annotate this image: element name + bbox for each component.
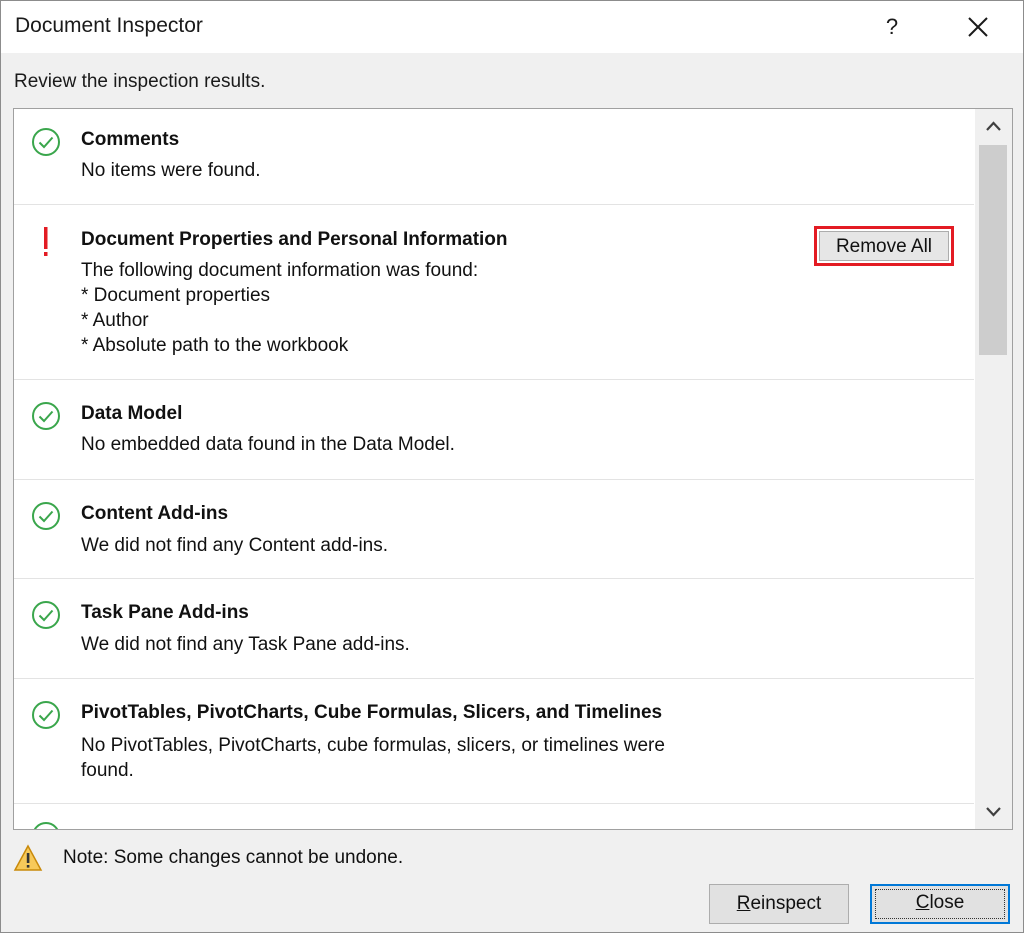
- exclamation-icon: [44, 227, 48, 256]
- scroll-up-button[interactable]: [975, 109, 1012, 143]
- result-item-data-model: Data Model No embedded data found in the…: [14, 380, 974, 480]
- reinspect-button[interactable]: Reinspect: [709, 884, 849, 924]
- result-description: No items were found.: [81, 160, 261, 181]
- result-item-content-add-ins: Content Add-ins We did not find any Cont…: [14, 480, 974, 579]
- check-circle-icon: [32, 701, 60, 729]
- chevron-down-icon: [986, 807, 1001, 817]
- result-description: No embedded data found in the Data Model…: [81, 434, 455, 455]
- chevron-up-icon: [986, 121, 1001, 131]
- check-circle-icon: [32, 502, 60, 530]
- help-button[interactable]: ?: [869, 7, 915, 47]
- check-circle-icon: [32, 402, 60, 430]
- remove-all-highlight: Remove All: [814, 226, 954, 266]
- inspection-results-list[interactable]: Comments No items were found. Document P…: [13, 108, 1013, 830]
- check-circle-icon: [32, 601, 60, 629]
- check-circle-icon: [32, 128, 60, 156]
- result-item-task-pane-add-ins: Task Pane Add-ins We did not find any Ta…: [14, 579, 974, 679]
- title-bar: Document Inspector ?: [1, 1, 1023, 53]
- remove-all-button[interactable]: Remove All: [819, 231, 949, 261]
- close-button[interactable]: Close: [870, 884, 1010, 924]
- warning-note: Note: Some changes cannot be undone.: [63, 847, 404, 868]
- scroll-down-button[interactable]: [975, 795, 1012, 829]
- vertical-scrollbar[interactable]: [975, 109, 1012, 829]
- result-item-pivottables: PivotTables, PivotCharts, Cube Formulas,…: [14, 679, 974, 804]
- result-description: We did not find any Content add-ins.: [81, 535, 389, 556]
- result-title: Task Pane Add-ins: [81, 602, 249, 623]
- mnemonic-letter: R: [736, 893, 751, 914]
- result-item-document-properties: Document Properties and Personal Informa…: [14, 205, 974, 380]
- close-window-button[interactable]: [955, 7, 1001, 47]
- document-inspector-dialog: Document Inspector ? Review the inspecti…: [0, 0, 1024, 933]
- check-circle-icon: [33, 822, 59, 829]
- scroll-thumb[interactable]: [979, 145, 1007, 355]
- result-title: Data Model: [81, 403, 183, 424]
- button-label: einspect: [750, 893, 822, 914]
- result-description: We did not find any Task Pane add-ins.: [81, 634, 410, 655]
- result-title: Comments: [81, 129, 180, 150]
- result-item-comments: Comments No items were found.: [14, 109, 974, 205]
- result-title: PivotTables, PivotCharts, Cube Formulas,…: [81, 702, 663, 723]
- result-title: Document Properties and Personal Informa…: [81, 229, 508, 250]
- result-description: No PivotTables, PivotCharts, cube formul…: [81, 735, 665, 781]
- warning-triangle-icon: [13, 844, 43, 871]
- dialog-title: Document Inspector: [15, 14, 203, 37]
- result-description: The following document information was f…: [81, 260, 479, 356]
- close-icon: [968, 17, 988, 37]
- dialog-subtitle: Review the inspection results.: [14, 71, 266, 92]
- result-title: Content Add-ins: [81, 503, 229, 524]
- focus-rectangle: [875, 889, 1005, 919]
